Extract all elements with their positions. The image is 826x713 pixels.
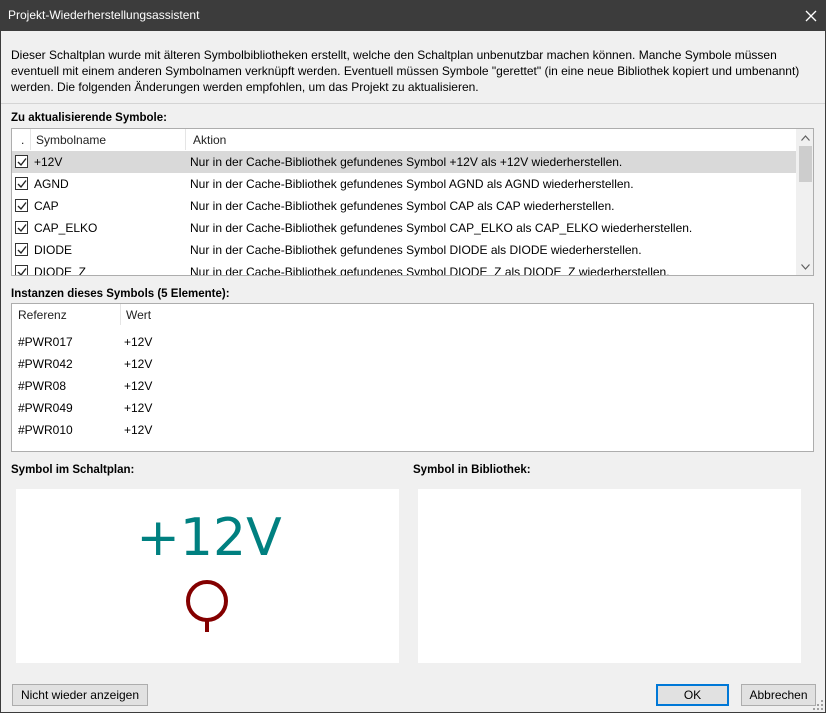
symbols-list-scrollbar[interactable] — [796, 129, 813, 275]
symbols-section-label: Zu aktualisierende Symbole: — [11, 112, 167, 124]
ok-button[interactable]: OK — [656, 684, 729, 706]
value-cell: +12V — [124, 357, 153, 371]
reference-cell: #PWR017 — [18, 335, 73, 349]
intro-text: Dieser Schaltplan wurde mit älteren Symb… — [11, 48, 800, 94]
checkmark-icon — [17, 180, 27, 189]
table-row[interactable]: CAP Nur in der Cache-Bibliothek gefundene… — [12, 195, 796, 217]
action-cell: Nur in der Cache-Bibliothek gefundenes S… — [190, 265, 670, 276]
symbol-name-cell: CAP — [34, 199, 59, 213]
reference-cell: #PWR08 — [18, 379, 67, 393]
table-row[interactable]: +12V Nur in der Cache-Bibliothek gefunden… — [12, 151, 796, 173]
instances-list-header: Referenz Wert — [12, 304, 813, 325]
instances-section-label: Instanzen dieses Symbols (5 Elemente): — [11, 288, 230, 300]
checkmark-icon — [17, 268, 27, 275]
symbol-name-cell: CAP_ELKO — [34, 221, 98, 235]
reference-cell: #PWR042 — [18, 357, 73, 371]
symbol-name-cell: DIODE_Z — [34, 265, 87, 276]
close-button[interactable] — [796, 0, 826, 31]
action-cell: Nur in der Cache-Bibliothek gefundenes S… — [190, 177, 634, 191]
value-cell: +12V — [124, 423, 153, 437]
resize-grip-icon[interactable] — [813, 700, 823, 710]
chevron-down-icon — [801, 263, 810, 270]
action-cell: Nur in der Cache-Bibliothek gefundenes S… — [190, 221, 693, 235]
column-header-check[interactable]: . — [21, 133, 24, 147]
instances-list[interactable]: Referenz Wert #PWR017 +12V #PWR042 +12V #PWR… — [11, 303, 814, 452]
row-checkbox[interactable] — [15, 177, 28, 190]
window-title: Projekt-Wiederherstellungsassistent — [8, 8, 200, 22]
row-checkbox[interactable] — [15, 199, 28, 212]
table-row[interactable]: DIODE_Z Nur in der Cache-Bibliothek gefun… — [12, 261, 796, 276]
symbols-list[interactable]: . Symbolname Aktion +12V Nur in der Cache… — [11, 128, 814, 276]
close-icon — [805, 10, 817, 21]
column-header-symbolname[interactable]: Symbolname — [36, 133, 106, 147]
list-item[interactable]: #PWR017 +12V — [17, 331, 797, 353]
value-cell: +12V — [124, 335, 153, 349]
symbol-name-cell: DIODE — [34, 243, 73, 257]
action-cell: Nur in der Cache-Bibliothek gefundenes S… — [190, 243, 642, 257]
reference-cell: #PWR010 — [18, 423, 73, 437]
column-header-action[interactable]: Aktion — [193, 133, 226, 147]
cancel-button[interactable]: Abbrechen — [741, 684, 816, 706]
row-checkbox[interactable] — [15, 221, 28, 234]
title-bar: Projekt-Wiederherstellungsassistent — [0, 0, 826, 31]
list-item[interactable]: #PWR08 +12V — [17, 375, 797, 397]
checkmark-icon — [17, 246, 27, 255]
column-header-value[interactable]: Wert — [126, 308, 151, 322]
schematic-symbol-label: Symbol im Schaltplan: — [11, 464, 135, 476]
library-symbol-preview — [418, 489, 801, 663]
table-row[interactable]: DIODE Nur in der Cache-Bibliothek gefunde… — [12, 239, 796, 261]
scroll-up-arrow[interactable] — [797, 129, 813, 146]
table-row[interactable]: AGND Nur in der Cache-Bibliothek gefunden… — [12, 173, 796, 195]
library-symbol-label: Symbol in Bibliothek: — [413, 464, 531, 476]
checkmark-icon — [17, 202, 27, 211]
divider — [1, 103, 825, 104]
symbols-list-header: . Symbolname Aktion — [12, 129, 796, 150]
checkmark-icon — [17, 224, 27, 233]
value-cell: +12V — [124, 401, 153, 415]
table-row[interactable]: CAP_ELKO Nur in der Cache-Bibliothek gefu… — [12, 217, 796, 239]
dialog-body: Dieser Schaltplan wurde mit älteren Symb… — [1, 31, 825, 712]
checkmark-icon — [17, 158, 27, 167]
symbol-value-text: +12V — [136, 508, 282, 568]
schematic-symbol-preview: +12V — [16, 489, 399, 663]
list-item[interactable]: #PWR049 +12V — [17, 397, 797, 419]
scrollbar-thumb[interactable] — [799, 146, 812, 182]
value-cell: +12V — [124, 379, 153, 393]
column-header-reference[interactable]: Referenz — [18, 308, 67, 322]
power-symbol-12v: +12V — [136, 508, 282, 632]
symbol-name-cell: +12V — [34, 155, 63, 169]
row-checkbox[interactable] — [15, 243, 28, 256]
row-checkbox[interactable] — [15, 265, 28, 275]
scroll-down-arrow[interactable] — [797, 258, 813, 275]
chevron-up-icon — [801, 134, 810, 141]
action-cell: Nur in der Cache-Bibliothek gefundenes S… — [190, 199, 615, 213]
list-item[interactable]: #PWR042 +12V — [17, 353, 797, 375]
action-cell: Nur in der Cache-Bibliothek gefundenes S… — [190, 155, 623, 169]
reference-cell: #PWR049 — [18, 401, 73, 415]
dont-show-again-button[interactable]: Nicht wieder anzeigen — [12, 684, 148, 706]
symbol-name-cell: AGND — [34, 177, 69, 191]
power-symbol-circle — [186, 580, 228, 622]
list-item[interactable]: #PWR010 +12V — [17, 419, 797, 441]
row-checkbox[interactable] — [15, 155, 28, 168]
